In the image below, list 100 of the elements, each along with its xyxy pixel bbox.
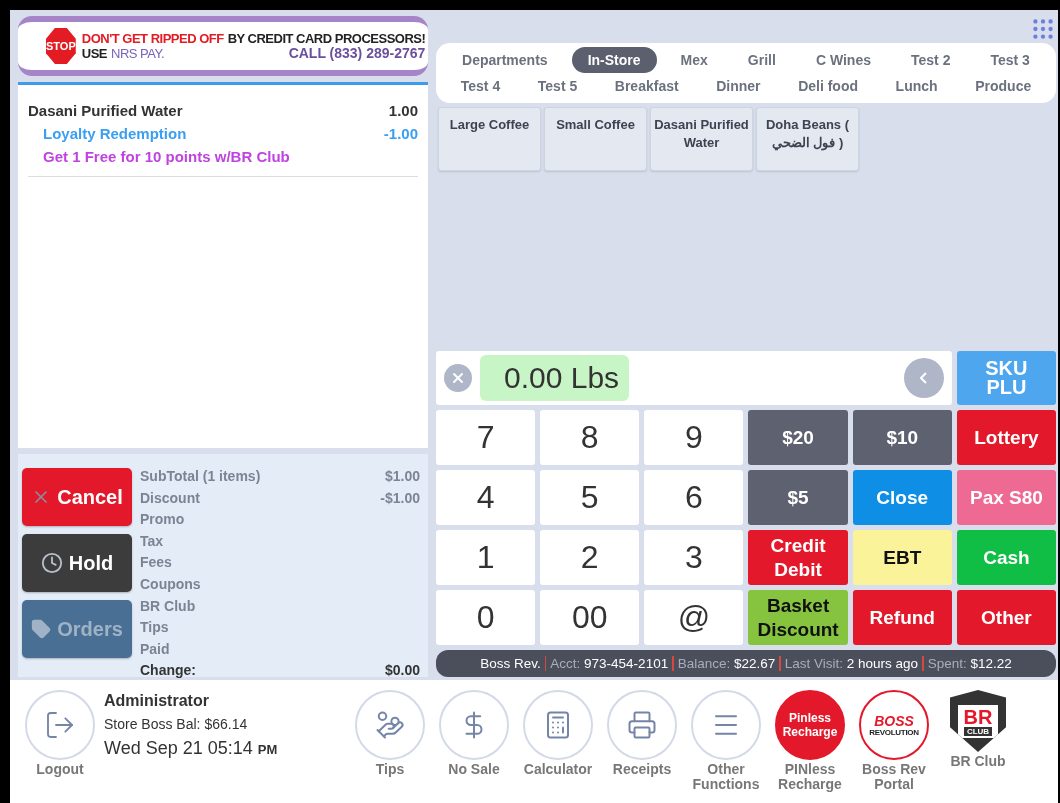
total-label: Tax — [140, 531, 164, 551]
banner-text: USE — [81, 46, 107, 61]
status-value: 2 hours ago — [846, 656, 919, 671]
ad-banner[interactable]: STOP DON'T GET RIPPED OFF BY CREDIT CARD PROCESSORS! USE NRS PAY. CALL (833) 289-2767 — [18, 16, 428, 76]
item-name[interactable]: Dasani Purified Water — [28, 99, 183, 122]
total-label: BR Club — [140, 596, 196, 616]
digit-key[interactable]: 9 — [644, 410, 744, 465]
total-label: SubTotal (1 items) — [140, 467, 261, 486]
user-name: Administrator — [104, 692, 210, 710]
digit-key[interactable]: 00 — [540, 590, 640, 645]
action-label: PINless Recharge — [777, 762, 843, 792]
portal-button[interactable]: BOSS REVOLUTION — [859, 690, 929, 760]
tag-icon — [31, 619, 52, 639]
status-label: Acct: — [550, 656, 582, 671]
function-key[interactable]: Other — [956, 590, 1056, 645]
door-exit-icon — [44, 709, 76, 741]
digit-key[interactable]: 4 — [436, 470, 536, 525]
digit-key[interactable]: @ — [644, 590, 744, 645]
product-tile[interactable]: Small Coffee — [544, 107, 647, 171]
promo-text: Get 1 Free for 10 points w/BR Club — [43, 147, 290, 167]
digit-key[interactable]: 5 — [540, 470, 640, 525]
category-tab[interactable]: Dinner — [700, 73, 777, 99]
digit-key[interactable]: 2 — [540, 530, 640, 585]
hold-button[interactable]: Hold — [22, 534, 132, 592]
category-tab[interactable]: Deli food — [782, 73, 875, 99]
cancel-button[interactable]: Cancel — [22, 468, 132, 526]
function-key[interactable]: $20 — [748, 410, 848, 465]
meridiem: PM — [257, 742, 278, 757]
function-key[interactable]: $10 — [852, 410, 952, 465]
logo-subtext: CLUB — [963, 726, 993, 736]
club-shield-logo[interactable]: BR CLUB — [950, 690, 1006, 752]
banner-headline: DON'T GET RIPPED OFF — [81, 31, 224, 46]
back-button[interactable] — [903, 358, 944, 398]
total-label: Promo — [140, 510, 185, 530]
action-label: Tips — [374, 762, 406, 777]
action-label: Calculator — [522, 762, 594, 777]
function-key[interactable]: Refund — [852, 590, 952, 645]
printer-icon — [627, 710, 657, 740]
category-tab[interactable]: C Wines — [799, 47, 887, 73]
product-tile[interactable]: Dasani Purified Water — [650, 107, 753, 171]
badge-text: Pinless Recharge — [782, 711, 838, 739]
category-tab[interactable]: Test 4 — [444, 73, 517, 99]
status-label: Balance: — [677, 656, 732, 671]
category-tab[interactable]: Breakfast — [598, 73, 695, 99]
close-icon — [450, 370, 466, 386]
function-key[interactable]: Lottery — [956, 410, 1056, 465]
action-label: Other Functions — [691, 762, 761, 792]
category-tab[interactable]: Mex — [664, 47, 724, 73]
apps-grid-icon[interactable] — [1030, 16, 1056, 42]
weight-field[interactable]: 0.00 Lbs — [436, 351, 952, 405]
category-tab[interactable]: Test 5 — [521, 73, 594, 99]
status-label: Last Visit: — [784, 656, 845, 671]
action-label: Receipts — [611, 762, 673, 777]
status-value: $12.22 — [970, 656, 1012, 671]
weight-value: 0.00 Lbs — [480, 355, 630, 401]
function-key[interactable]: Basket Discount — [748, 590, 848, 645]
status-value: $22.67 — [733, 656, 776, 671]
total-label: Paid — [140, 639, 170, 659]
digit-key[interactable]: 6 — [644, 470, 744, 525]
digit-key[interactable]: 1 — [436, 530, 536, 585]
total-label: Tips — [140, 618, 169, 638]
stop-sign: STOP — [46, 28, 76, 64]
action-label: BR Club — [949, 754, 1007, 769]
status-value: Boss Rev. — [480, 656, 541, 671]
total-value: $0.00 — [384, 661, 420, 681]
total-label: Fees — [140, 553, 172, 573]
total-label: Change: — [140, 661, 196, 681]
hand-coins-icon — [375, 710, 405, 740]
banner-headline: BY CREDIT CARD PROCESSORS! — [227, 31, 426, 46]
logo-text: BR — [963, 706, 993, 727]
digit-key[interactable]: 7 — [436, 410, 536, 465]
clear-button[interactable] — [444, 364, 472, 392]
function-key[interactable]: $5 — [748, 470, 848, 525]
action-label: Logout — [35, 762, 85, 777]
product-tile[interactable]: Large Coffee — [438, 107, 541, 171]
category-tab[interactable]: Produce — [959, 73, 1048, 99]
total-label: Coupons — [140, 574, 201, 594]
product-tile[interactable]: Doha Beans ( فول الضحي ) — [756, 107, 859, 171]
banner-phone: CALL (833) 289-2767 — [288, 46, 426, 61]
status-value: 973-454-2101 — [584, 656, 669, 671]
clock-icon — [40, 552, 63, 574]
category-tab[interactable]: In-Store — [571, 47, 657, 73]
item-amount: 1.00 — [388, 101, 418, 121]
function-key[interactable]: EBT — [852, 530, 952, 585]
status-label: Spent: — [927, 656, 968, 671]
function-key[interactable]: Close — [852, 470, 952, 525]
category-tab[interactable]: Lunch — [879, 73, 954, 99]
category-tab[interactable]: Test 3 — [974, 47, 1046, 73]
logo-subtext: REVOLUTION — [869, 727, 919, 737]
recharge-button[interactable]: Pinless Recharge — [775, 690, 845, 760]
digit-key[interactable]: 3 — [644, 530, 744, 585]
total-label: Discount — [140, 488, 200, 508]
category-tab[interactable]: Departments — [446, 47, 564, 73]
digit-key[interactable]: 0 — [436, 590, 536, 645]
category-tab[interactable]: Test 2 — [895, 47, 967, 73]
category-tab[interactable]: Grill — [731, 47, 792, 73]
chevron-left-icon — [920, 372, 928, 384]
digit-key[interactable]: 8 — [540, 410, 640, 465]
function-key[interactable]: Credit Debit — [748, 530, 848, 585]
action-label: No Sale — [447, 762, 501, 777]
